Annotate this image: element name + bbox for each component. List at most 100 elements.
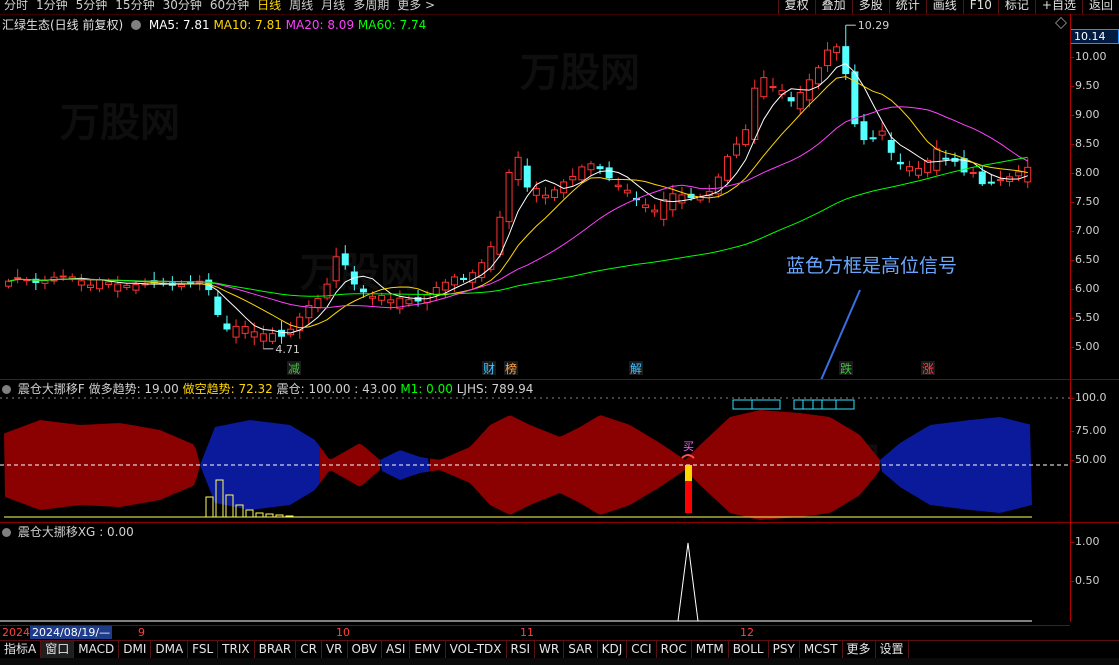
settings-circle-icon[interactable]: [131, 20, 142, 30]
indicator-tab[interactable]: 指标A: [0, 641, 42, 659]
price-tick: 6.50: [1071, 253, 1100, 266]
candle-body: [915, 167, 923, 176]
toolbar-button[interactable]: 统计: [888, 0, 926, 14]
indicator-value: 震仓: 100.00: [276, 382, 355, 396]
period-tab[interactable]: 60分钟: [206, 0, 253, 14]
indicator-tab[interactable]: MTM: [692, 641, 729, 659]
indicator-tab[interactable]: BOLL: [729, 641, 769, 659]
candle-body: [651, 209, 659, 213]
indicator-tab[interactable]: TRIX: [218, 641, 255, 659]
indicator-tab[interactable]: VR: [322, 641, 348, 659]
candle-body: [1015, 171, 1023, 177]
candle-body: [223, 323, 231, 330]
toolbar-button[interactable]: 画线: [925, 0, 963, 14]
candle-body: [232, 325, 240, 338]
period-tab[interactable]: 分时: [0, 0, 32, 14]
low-label: 4.71: [275, 343, 300, 356]
price-tick: 5.50: [1071, 311, 1100, 324]
indicator1-tick: 75.00: [1071, 424, 1107, 437]
candle-body: [378, 295, 386, 301]
toolbar-button[interactable]: 复权: [777, 0, 815, 14]
cursor-date: 2024/08/19/—: [30, 626, 113, 639]
indicator-tab[interactable]: 更多: [843, 641, 876, 659]
candle-body: [569, 175, 577, 181]
price-tick: 9.00: [1071, 108, 1100, 121]
indicator-tab[interactable]: ASI: [382, 641, 411, 659]
toolbar-buttons: 复权 叠加 多股 统计 画线 F10 标记 +自选 返回: [777, 0, 1119, 14]
indicator2-chart[interactable]: [0, 538, 1070, 625]
indicator-tab[interactable]: OBV: [348, 641, 383, 659]
candle-body: [77, 280, 85, 286]
indicator-tab[interactable]: WR: [535, 641, 565, 659]
period-tab[interactable]: 15分钟: [111, 0, 158, 14]
candle-body: [369, 295, 377, 299]
period-tab[interactable]: 月线: [317, 0, 349, 14]
candle-body: [359, 288, 367, 293]
indicator-tab[interactable]: MACD: [74, 641, 120, 659]
indicator-tab[interactable]: MCST: [800, 641, 843, 659]
candle-body: [751, 87, 759, 141]
ma-line-10: [8, 76, 1028, 329]
volume-bar: [255, 512, 264, 518]
toolbar-button[interactable]: 叠加: [814, 0, 852, 14]
candle-body: [733, 143, 741, 156]
toolbar-button[interactable]: +自选: [1034, 0, 1082, 14]
candlestick-chart[interactable]: 10.29 4.71 减 财榜 解 跌 涨: [0, 15, 1070, 380]
candles: [5, 25, 1032, 349]
indicator-tab[interactable]: ROC: [657, 641, 692, 659]
indicator1-chart[interactable]: 买: [0, 395, 1070, 522]
toolbar-button[interactable]: 返回: [1081, 0, 1119, 14]
price-tick: 7.50: [1071, 195, 1100, 208]
candle-body: [978, 171, 986, 185]
toolbar-button[interactable]: F10: [962, 0, 998, 14]
xg-spike: [677, 542, 699, 622]
ma-legend-item: MA60: 7.74: [357, 18, 427, 32]
indicator-tab[interactable]: BRAR: [255, 641, 297, 659]
indicator-value: 做空趋势: 72.32: [182, 382, 277, 396]
period-tab[interactable]: 30分钟: [159, 0, 206, 14]
period-tab[interactable]: 周线: [285, 0, 317, 14]
candle-body: [332, 256, 340, 282]
indicator-tab[interactable]: CCI: [627, 641, 657, 659]
indicator-tab[interactable]: 设置: [876, 641, 909, 659]
indicator-tab[interactable]: VOL-TDX: [446, 641, 507, 659]
period-tab[interactable]: 更多 >: [393, 0, 439, 14]
indicator-tab[interactable]: SAR: [564, 641, 598, 659]
indicator-tab[interactable]: RSI: [507, 641, 536, 659]
period-tab[interactable]: 1分钟: [32, 0, 72, 14]
candle-body: [105, 281, 113, 286]
period-tab[interactable]: 5分钟: [72, 0, 112, 14]
period-toolbar: 分时 1分钟 5分钟 15分钟 30分钟 60分钟 日线 周线 月线 多周期 更多 > 复权 叠加 多股…: [0, 0, 1119, 15]
volume-bar: [245, 509, 254, 518]
event-marker: 财: [483, 362, 495, 376]
period-tab[interactable]: 多周期: [349, 0, 393, 14]
high-label: 10.29: [858, 19, 890, 32]
candle-body: [933, 148, 941, 171]
high-signal-box: [732, 399, 781, 410]
candle-body: [605, 167, 613, 179]
indicator-tab[interactable]: PSY: [769, 641, 800, 659]
candle-body: [123, 284, 131, 289]
period-tab[interactable]: 日线: [253, 0, 285, 14]
candle-body: [642, 204, 650, 209]
candle-body: [905, 166, 913, 172]
indicator-tab[interactable]: DMI: [119, 641, 152, 659]
settings-circle-icon[interactable]: [2, 385, 11, 394]
indicator-tab[interactable]: DMA: [151, 641, 189, 659]
month-label: 11: [520, 626, 534, 639]
indicator-tab[interactable]: EMV: [410, 641, 446, 659]
month-label: 12: [740, 626, 754, 639]
candle-body: [523, 165, 531, 188]
toolbar-button[interactable]: 多股: [851, 0, 889, 14]
indicator2-value: : 0.00: [99, 525, 134, 539]
settings-circle-icon[interactable]: [2, 528, 11, 537]
indicator-tab[interactable]: 窗口: [41, 641, 75, 659]
indicator-tab[interactable]: FSL: [188, 641, 219, 659]
ma-legend-item: MA5: 7.81: [148, 18, 214, 32]
toolbar-button[interactable]: 标记: [997, 0, 1035, 14]
candle-body: [314, 297, 322, 309]
main-legend: 汇绿生态(日线 前复权) MA5: 7.81 MA10: 7.81 MA20: …: [2, 16, 426, 33]
indicator-tab[interactable]: CR: [296, 641, 322, 659]
indicator-tab[interactable]: KDJ: [598, 641, 628, 659]
candle-body: [814, 67, 822, 85]
